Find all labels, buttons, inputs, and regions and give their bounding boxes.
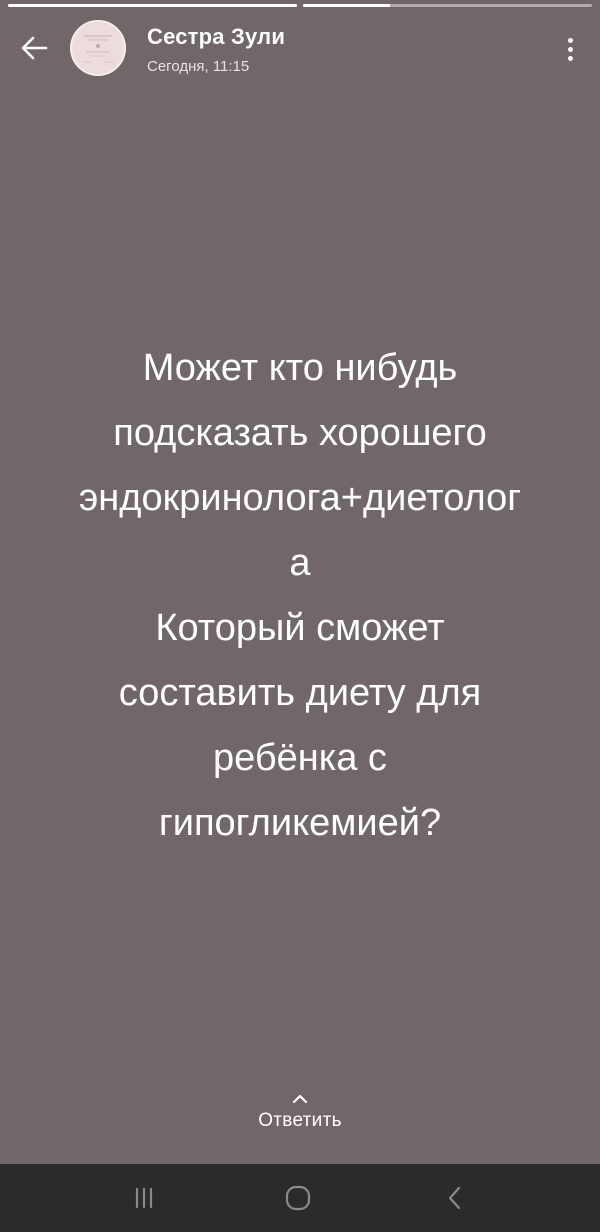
story-text-line: гипогликемией? (158, 802, 442, 844)
story-screen[interactable]: Сестра Зули Сегодня, 11:15 Может кто ниб… (0, 0, 600, 1232)
nav-back-icon (448, 1186, 461, 1210)
progress-fill-2 (303, 4, 390, 7)
story-header: Сестра Зули Сегодня, 11:15 (0, 18, 600, 82)
story-text-line: а (289, 542, 311, 584)
progress-segment-2 (303, 4, 592, 7)
story-progress (8, 4, 592, 7)
more-options-button[interactable] (560, 32, 580, 66)
recent-apps-icon (135, 1187, 153, 1209)
nav-back-button[interactable] (416, 1164, 496, 1232)
avatar[interactable] (70, 20, 126, 76)
more-vertical-icon-dot (567, 46, 573, 52)
more-vertical-icon (567, 37, 573, 43)
arrow-left-icon (21, 36, 48, 60)
recent-apps-button[interactable] (104, 1164, 184, 1232)
back-button[interactable] (16, 30, 52, 66)
more-vertical-icon-dot (567, 55, 573, 61)
reply-button[interactable]: Ответить (0, 1092, 600, 1132)
story-text-line: подсказать хорошего (113, 412, 487, 454)
story-text-line: ребёнка с (213, 737, 387, 779)
progress-fill-1 (8, 4, 297, 7)
user-name[interactable]: Сестра Зули (147, 24, 285, 50)
story-text-line: Может кто нибудь (142, 347, 458, 389)
home-button[interactable] (258, 1164, 338, 1232)
story-text-line: эндокринолога+диетолог (78, 477, 522, 519)
story-text-line: составить диету для (118, 672, 482, 714)
chevron-up-icon (292, 1094, 308, 1104)
story-timestamp: Сегодня, 11:15 (147, 58, 250, 75)
story-text: Может кто нибудь подсказать хорошего энд… (16, 336, 584, 856)
home-icon (285, 1185, 311, 1211)
system-nav-bar (0, 1164, 600, 1232)
story-text-line: Который сможет (155, 607, 445, 649)
reply-label: Ответить (258, 1110, 342, 1131)
progress-segment-1 (8, 4, 297, 7)
avatar-image (72, 22, 124, 74)
